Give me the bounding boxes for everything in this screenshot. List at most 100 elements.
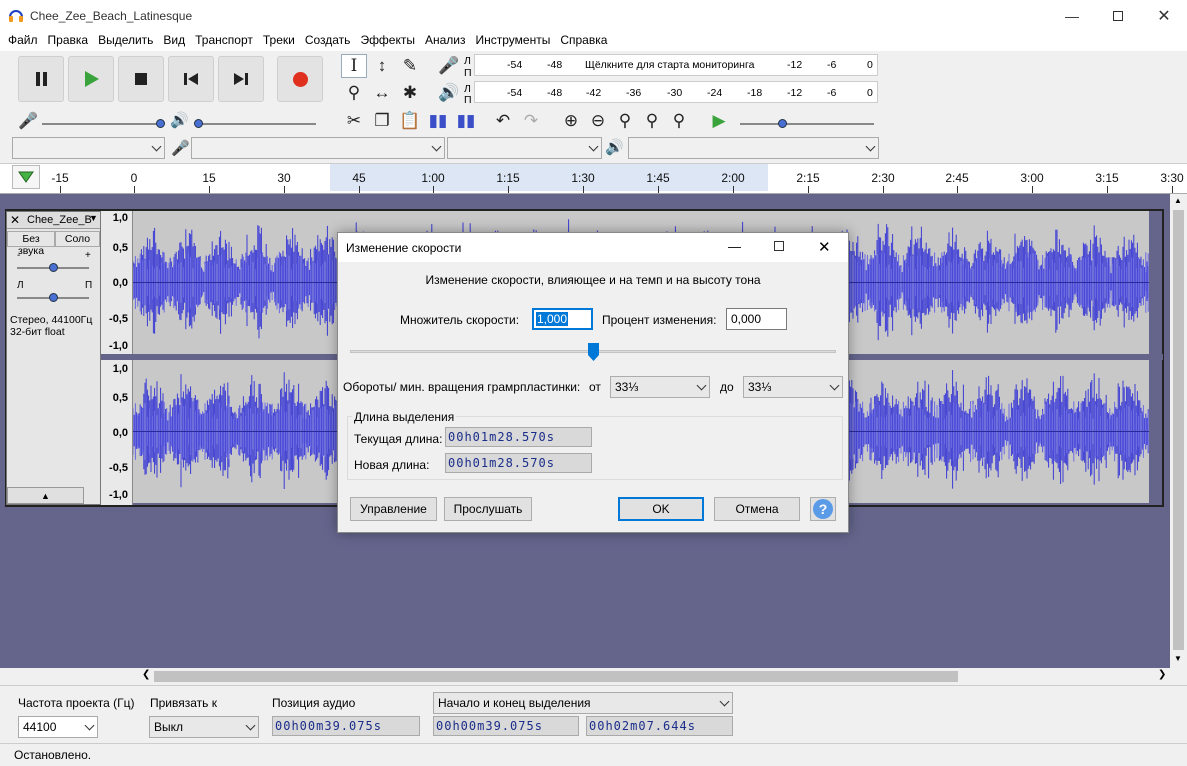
menu-file[interactable]: Файл <box>3 31 43 51</box>
horizontal-scroll-thumb[interactable] <box>154 671 958 682</box>
rpm-from-select[interactable]: 33⅓ <box>610 376 710 398</box>
selection-tool[interactable]: I <box>341 54 367 78</box>
menu-tools[interactable]: Инструменты <box>471 31 556 51</box>
selection-end-field[interactable]: 00h02m07.644s <box>586 716 733 736</box>
menu-effects[interactable]: Эффекты <box>355 31 420 51</box>
play-button[interactable] <box>68 56 114 102</box>
zoom-tool[interactable]: ⚲ <box>341 81 367 105</box>
zoom-toggle-button[interactable]: ⚲ <box>666 109 692 133</box>
speed-slider-thumb[interactable] <box>588 343 599 361</box>
fit-project-button[interactable]: ⚲ <box>639 109 665 133</box>
menu-analyze[interactable]: Анализ <box>420 31 471 51</box>
ruler-tick <box>1032 186 1033 193</box>
menu-help[interactable]: Справка <box>555 31 612 51</box>
scroll-right-icon[interactable]: ❯ <box>1158 669 1166 680</box>
pause-button[interactable] <box>18 56 64 102</box>
speed-multiplier-input[interactable]: 1,000 <box>532 308 593 330</box>
cut-button[interactable]: ✂ <box>341 109 367 133</box>
play-volume-thumb[interactable] <box>194 119 203 128</box>
rpm-to-select[interactable]: 33⅓ <box>743 376 843 398</box>
trim-button[interactable]: ▮▮ <box>425 109 451 133</box>
record-meter-button[interactable]: 🎤 <box>436 54 462 78</box>
collapse-track-button[interactable]: ▲ <box>7 487 84 504</box>
record-button[interactable] <box>277 56 323 102</box>
zoom-in-button[interactable]: ⊕ <box>558 109 584 133</box>
pan-thumb[interactable] <box>49 293 58 302</box>
redo-button[interactable]: ↷ <box>518 109 544 133</box>
fit-selection-button[interactable]: ⚲ <box>612 109 638 133</box>
project-rate-value: 44100 <box>23 720 57 734</box>
manage-button[interactable]: Управление <box>350 497 437 521</box>
playback-device-select[interactable] <box>628 137 879 159</box>
timeline-options-button[interactable] <box>12 165 40 189</box>
microphone-device-icon: 🎤 <box>171 140 190 157</box>
skip-end-button[interactable] <box>218 56 264 102</box>
mic-volume-slider[interactable] <box>42 123 160 125</box>
recording-channels-select[interactable] <box>447 137 602 159</box>
menu-transport[interactable]: Транспорт <box>190 31 258 51</box>
track-name[interactable]: Chee_Zee_B <box>27 214 92 226</box>
track-close-button[interactable]: ✕ <box>10 213 20 227</box>
new-length-field[interactable]: 00h01m28.570s <box>445 453 592 473</box>
dialog-close-button[interactable]: ✕ <box>818 238 831 256</box>
gain-thumb[interactable] <box>49 263 58 272</box>
play-speed-slider[interactable] <box>740 123 874 125</box>
mute-button[interactable]: Без звука <box>7 231 55 257</box>
menu-view[interactable]: Вид <box>158 31 190 51</box>
draw-tool[interactable]: ✎ <box>397 54 423 78</box>
copy-button[interactable]: ❐ <box>369 109 395 133</box>
maximize-button[interactable] <box>1095 0 1141 31</box>
menu-tracks[interactable]: Треки <box>258 31 300 51</box>
track-menu-chevron-icon[interactable]: ▼ <box>89 213 98 223</box>
play-at-speed-button[interactable]: ▶ <box>706 109 732 133</box>
skip-start-button[interactable] <box>168 56 214 102</box>
audio-host-select[interactable] <box>12 137 165 159</box>
dialog-minimize-button[interactable]: — <box>728 239 741 254</box>
vertical-scroll-thumb[interactable] <box>1173 210 1184 650</box>
preview-button[interactable]: Прослушать <box>444 497 532 521</box>
close-button[interactable]: ✕ <box>1141 0 1187 31</box>
play-speed-thumb[interactable] <box>778 119 787 128</box>
solo-button[interactable]: Соло <box>55 231 100 247</box>
timeshift-tool[interactable]: ↔ <box>369 81 395 105</box>
menu-edit[interactable]: Правка <box>43 31 94 51</box>
zoom-out-button[interactable]: ⊖ <box>585 109 611 133</box>
recording-device-select[interactable] <box>191 137 445 159</box>
minimize-button[interactable]: — <box>1049 0 1095 31</box>
percent-change-input[interactable]: 0,000 <box>726 308 787 330</box>
undo-button[interactable]: ↶ <box>490 109 516 133</box>
scroll-up-icon[interactable]: ▲ <box>1174 196 1182 205</box>
help-button[interactable]: ? <box>810 497 836 521</box>
snap-to-select[interactable]: Выкл <box>149 716 259 738</box>
playback-meter[interactable]: -54 -48 -42 -36 -30 -24 -18 -12 -6 0 <box>474 81 878 103</box>
stop-icon <box>135 73 147 85</box>
snap-to-value: Выкл <box>154 720 184 734</box>
ruler-tick-label: 3:30 <box>1160 171 1184 185</box>
cancel-button[interactable]: Отмена <box>714 497 800 521</box>
selection-mode-select[interactable]: Начало и конец выделения <box>433 692 733 714</box>
mic-volume-thumb[interactable] <box>156 119 165 128</box>
dialog-maximize-button[interactable] <box>774 241 784 251</box>
rec-tick: -48 <box>547 59 563 71</box>
vertical-scrollbar[interactable]: ▲ ▼ <box>1170 194 1187 668</box>
close-icon: ✕ <box>10 213 21 227</box>
project-rate-select[interactable]: 44100 <box>18 716 98 738</box>
selection-start-field[interactable]: 00h00m39.075s <box>433 716 579 736</box>
audio-position-field[interactable]: 00h00m39.075s <box>272 716 420 736</box>
menu-select[interactable]: Выделить <box>93 31 158 51</box>
horizontal-scrollbar[interactable]: ❮ ❯ <box>140 668 1170 685</box>
stop-button[interactable] <box>118 56 164 102</box>
scroll-left-icon[interactable]: ❮ <box>142 669 150 680</box>
record-meter[interactable]: -54 -48 Щёлкните для старта мониторинга … <box>474 54 878 76</box>
window-title: Chee_Zee_Beach_Latinesque <box>30 9 193 23</box>
menu-generate[interactable]: Создать <box>300 31 356 51</box>
ok-button[interactable]: OK <box>618 497 704 521</box>
multi-tool[interactable]: ✱ <box>397 81 423 105</box>
play-meter-button[interactable]: 🔊 <box>436 81 462 105</box>
envelope-tool[interactable]: ↕ <box>369 54 395 78</box>
paste-button[interactable]: 📋 <box>397 109 423 133</box>
scroll-down-icon[interactable]: ▼ <box>1174 654 1182 663</box>
silence-button[interactable]: ▮▮ <box>453 109 479 133</box>
play-volume-slider[interactable] <box>196 123 316 125</box>
ruler-tick <box>883 186 884 193</box>
